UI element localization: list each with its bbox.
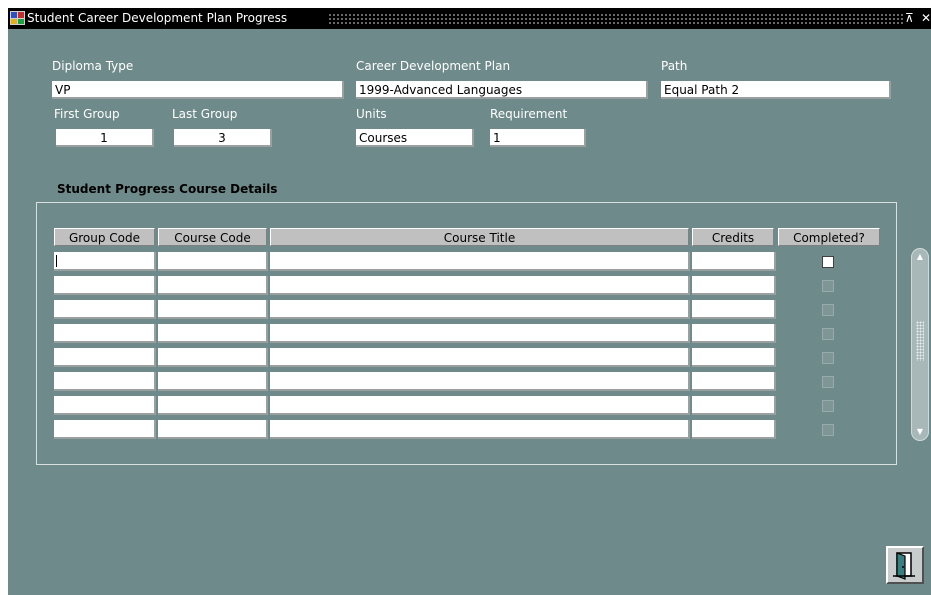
completed-checkbox[interactable] [822,424,834,436]
completed-checkbox[interactable] [822,304,834,316]
course-title-cell[interactable] [270,396,690,415]
credits-cell[interactable] [692,300,776,319]
course-title-cell[interactable] [270,348,690,367]
completed-checkbox[interactable] [822,280,834,292]
course-code-cell[interactable] [158,348,268,367]
credits-cell[interactable] [692,276,776,295]
group-code-cell[interactable] [54,276,156,295]
restore-icon[interactable]: ⊼ [905,11,914,25]
credits-cell[interactable] [692,252,776,271]
column-header-credits: Credits [692,228,774,246]
course-code-cell[interactable] [158,324,268,343]
course-code-cell[interactable] [158,252,268,271]
scroll-down-icon[interactable]: ▼ [914,426,926,438]
title-bar-pattern [328,13,903,24]
credits-cell[interactable] [692,420,776,439]
first-group-field[interactable]: 1 [56,129,154,147]
exit-door-icon [893,552,915,580]
close-icon[interactable]: ✕ [921,11,931,25]
course-code-cell[interactable] [158,372,268,391]
app-window: Student Career Development Plan Progress… [8,8,931,595]
course-title-cell[interactable] [270,420,690,439]
group-code-cell[interactable] [54,348,156,367]
completed-checkbox[interactable] [822,256,834,268]
column-header-completed: Completed? [778,228,880,246]
app-icon [10,11,25,25]
group-code-cell[interactable] [54,420,156,439]
vertical-scrollbar[interactable]: ▲ ▼ [911,248,929,441]
completed-checkbox[interactable] [822,328,834,340]
credits-cell[interactable] [692,372,776,391]
path-field[interactable]: Equal Path 2 [661,81,891,99]
credits-cell[interactable] [692,396,776,415]
group-code-cell[interactable] [54,396,156,415]
column-header-course-title: Course Title [270,228,689,246]
course-title-cell[interactable] [270,252,690,271]
course-title-cell[interactable] [270,276,690,295]
course-title-cell[interactable] [270,324,690,343]
group-code-cell[interactable] [54,300,156,319]
path-label: Path [661,59,688,73]
course-code-cell[interactable] [158,420,268,439]
credits-cell[interactable] [692,324,776,343]
course-code-cell[interactable] [158,396,268,415]
requirement-label: Requirement [490,107,568,121]
completed-checkbox[interactable] [822,400,834,412]
group-code-cell[interactable] [54,372,156,391]
scroll-up-icon[interactable]: ▲ [914,251,926,263]
units-label: Units [356,107,387,121]
first-group-label: First Group [54,107,120,121]
course-title-cell[interactable] [270,300,690,319]
career-development-plan-field[interactable]: 1999-Advanced Languages [356,81,648,99]
course-code-cell[interactable] [158,300,268,319]
career-development-plan-label: Career Development Plan [356,59,511,73]
course-code-cell[interactable] [158,276,268,295]
title-bar: Student Career Development Plan Progress… [8,8,931,29]
section-title: Student Progress Course Details [57,182,278,196]
credits-cell[interactable] [692,348,776,367]
diploma-type-field[interactable]: VP [52,81,344,99]
completed-checkbox[interactable] [822,352,834,364]
window-title: Student Career Development Plan Progress [27,11,288,25]
units-field[interactable]: Courses [356,129,474,147]
last-group-field[interactable]: 3 [174,129,272,147]
group-code-cell[interactable] [54,252,156,271]
group-code-cell[interactable] [54,324,156,343]
column-header-course-code: Course Code [158,228,267,246]
exit-button[interactable] [886,546,924,584]
column-header-group-code: Group Code [54,228,155,246]
last-group-label: Last Group [172,107,238,121]
requirement-field[interactable]: 1 [490,129,586,147]
completed-checkbox[interactable] [822,376,834,388]
scrollbar-grip[interactable] [916,321,924,361]
diploma-type-label: Diploma Type [52,59,134,73]
course-title-cell[interactable] [270,372,690,391]
